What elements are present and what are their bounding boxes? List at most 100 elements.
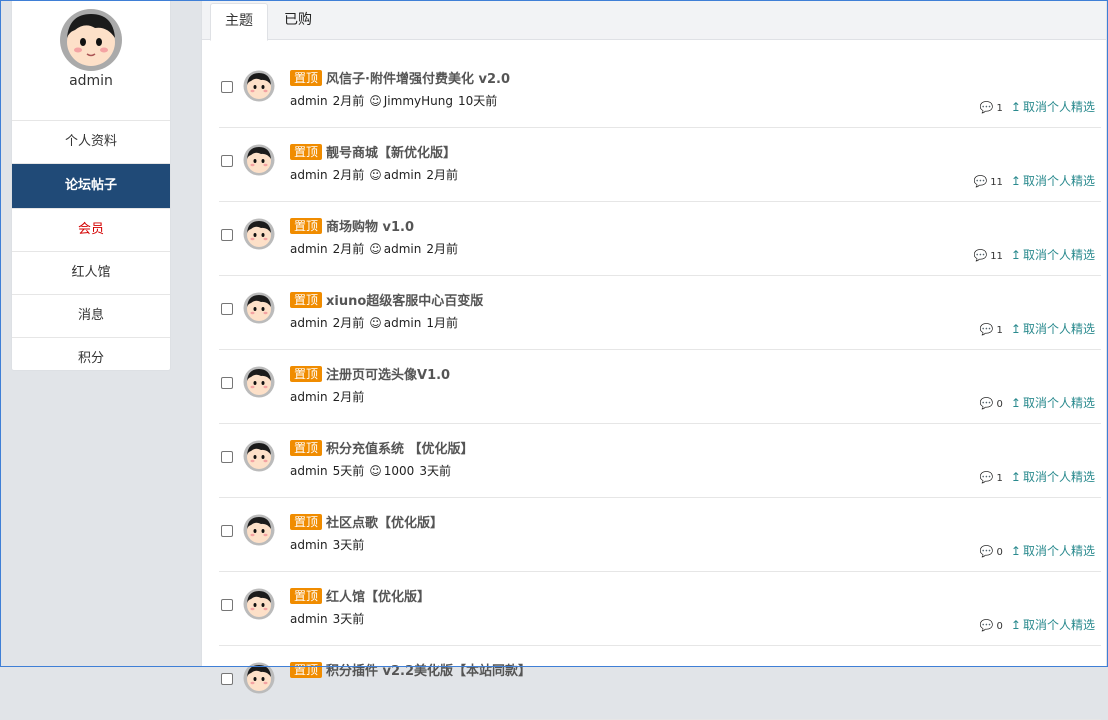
thread-actions: 💬 1 ↥ 取消个人精选 <box>980 320 1095 337</box>
thread-meta: admin 5天前 ☺ 1000 3天前 <box>290 462 456 479</box>
sidebar-item-forum-posts[interactable]: 论坛帖子 <box>12 164 170 209</box>
thread-title-text[interactable]: 社区点歌【优化版】 <box>326 516 443 531</box>
sidebar-item-celebrity-hall[interactable]: 红人馆 <box>12 252 170 295</box>
last-reply-user[interactable]: JimmyHung <box>384 94 453 108</box>
thread-title-text[interactable]: 积分插件 v2.2美化版【本站同款】 <box>326 664 531 679</box>
thread-row: 置顶 积分充值系统 【优化版】 admin 5天前 ☺ 1000 3天前 💬 1 ↥ 取消个人精选 <box>219 424 1101 498</box>
thread-row: 置顶 xiuno超级客服中心百变版 admin 2月前 ☺ admin 1月前 💬 1 ↥ 取消个人… <box>219 276 1101 350</box>
pinned-badge: 置顶 <box>290 514 323 530</box>
select-checkbox[interactable] <box>221 599 233 611</box>
avatar[interactable] <box>243 292 275 324</box>
thread-title-text[interactable]: 风信子·附件增强付费美化 v2.0 <box>326 72 510 87</box>
thread-row: 置顶 注册页可选头像V1.0 admin 2月前 💬 0 ↥ 取消个人精选 <box>219 350 1101 424</box>
unfeature-button[interactable]: ↥ 取消个人精选 <box>1011 248 1095 262</box>
last-reply-icon: ☺ <box>369 168 382 182</box>
select-checkbox[interactable] <box>221 81 233 93</box>
username[interactable]: admin <box>12 73 170 89</box>
thread-title-text[interactable]: xiuno超级客服中心百变版 <box>326 294 483 309</box>
sidebar-item-messages[interactable]: 消息 <box>12 295 170 338</box>
thread-list: 置顶 风信子·附件增强付费美化 v2.0 admin 2月前 ☺ JimmyHung 10天… <box>219 40 1101 720</box>
thread-meta: admin 3天前 <box>290 610 369 627</box>
avatar[interactable] <box>243 514 275 546</box>
thread-title[interactable]: 置顶 风信子·附件增强付费美化 v2.0 <box>290 68 510 87</box>
thread-title[interactable]: 置顶 社区点歌【优化版】 <box>290 512 443 531</box>
unfeature-button[interactable]: ↥ 取消个人精选 <box>1011 544 1095 558</box>
pinned-badge: 置顶 <box>290 366 323 382</box>
post-time: 2月前 <box>332 242 365 256</box>
pinned-badge: 置顶 <box>290 588 323 604</box>
tab-bar: 主题 已购 <box>202 0 1106 41</box>
comment-icon: 💬 <box>979 101 994 114</box>
unfeature-button[interactable]: ↥ 取消个人精选 <box>1011 618 1095 632</box>
thread-title[interactable]: 置顶 靓号商城【新优化版】 <box>290 142 456 161</box>
post-time: 2月前 <box>332 94 365 108</box>
thread-title[interactable]: 置顶 积分充值系统 【优化版】 <box>290 438 474 457</box>
select-checkbox[interactable] <box>221 229 233 241</box>
select-checkbox[interactable] <box>221 673 233 685</box>
comment-count: 💬 0 <box>979 619 1003 632</box>
unfeature-button[interactable]: ↥ 取消个人精选 <box>1011 396 1095 410</box>
author[interactable]: admin <box>290 168 328 182</box>
arrow-icon: ↥ <box>1010 322 1021 336</box>
last-reply-user[interactable]: admin <box>384 316 422 330</box>
arrow-icon: ↥ <box>1010 618 1021 632</box>
unfeature-button[interactable]: ↥ 取消个人精选 <box>1011 470 1095 484</box>
tab-purchased[interactable]: 已购 <box>284 3 312 39</box>
thread-title[interactable]: 置顶 商场购物 v1.0 <box>290 216 414 235</box>
thread-title-text[interactable]: 红人馆【优化版】 <box>326 590 430 605</box>
comment-icon: 💬 <box>979 323 994 336</box>
sidebar-item-profile[interactable]: 个人资料 <box>12 121 170 164</box>
sidebar-item-points[interactable]: 积分 <box>12 338 170 380</box>
last-reply-user[interactable]: admin <box>384 242 422 256</box>
arrow-icon: ↥ <box>1010 248 1021 262</box>
select-checkbox[interactable] <box>221 451 233 463</box>
avatar[interactable] <box>243 70 275 102</box>
select-checkbox[interactable] <box>221 377 233 389</box>
comment-count: 💬 11 <box>973 175 1003 188</box>
thread-title-text[interactable]: 靓号商城【新优化版】 <box>326 146 456 161</box>
thread-row: 置顶 风信子·附件增强付费美化 v2.0 admin 2月前 ☺ JimmyHung 10天… <box>219 40 1101 128</box>
author[interactable]: admin <box>290 538 328 552</box>
select-checkbox[interactable] <box>221 525 233 537</box>
author[interactable]: admin <box>290 94 328 108</box>
last-reply-user[interactable]: admin <box>384 168 422 182</box>
last-reply-time: 2月前 <box>426 242 459 256</box>
author[interactable]: admin <box>290 316 328 330</box>
last-reply-user[interactable]: 1000 <box>384 464 415 478</box>
author[interactable]: admin <box>290 612 328 626</box>
avatar[interactable] <box>59 8 123 72</box>
thread-title-text[interactable]: 商场购物 v1.0 <box>326 220 414 235</box>
arrow-icon: ↥ <box>1010 470 1021 484</box>
thread-title[interactable]: 置顶 xiuno超级客服中心百变版 <box>290 290 483 309</box>
unfeature-button[interactable]: ↥ 取消个人精选 <box>1011 100 1095 114</box>
tab-topics[interactable]: 主题 <box>210 3 268 41</box>
thread-row: 置顶 红人馆【优化版】 admin 3天前 💬 0 ↥ 取消个人精选 <box>219 572 1101 646</box>
avatar[interactable] <box>243 366 275 398</box>
sidebar-item-membership[interactable]: 会员 <box>12 209 170 252</box>
thread-title[interactable]: 置顶 积分插件 v2.2美化版【本站同款】 <box>290 660 531 679</box>
thread-actions: 💬 11 ↥ 取消个人精选 <box>973 246 1095 263</box>
thread-title[interactable]: 置顶 注册页可选头像V1.0 <box>290 364 450 383</box>
post-time: 3天前 <box>332 538 365 552</box>
thread-row: 置顶 靓号商城【新优化版】 admin 2月前 ☺ admin 2月前 💬 11 ↥ 取消个人精选 <box>219 128 1101 202</box>
avatar[interactable] <box>243 588 275 620</box>
select-checkbox[interactable] <box>221 303 233 315</box>
avatar[interactable] <box>243 144 275 176</box>
thread-actions: 💬 1 ↥ 取消个人精选 <box>980 468 1095 485</box>
comment-count: 💬 0 <box>979 397 1003 410</box>
thread-title[interactable]: 置顶 红人馆【优化版】 <box>290 586 430 605</box>
author[interactable]: admin <box>290 242 328 256</box>
author[interactable]: admin <box>290 390 328 404</box>
unfeature-button[interactable]: ↥ 取消个人精选 <box>1011 322 1095 336</box>
select-checkbox[interactable] <box>221 155 233 167</box>
pinned-badge: 置顶 <box>290 70 323 86</box>
comment-count: 💬 11 <box>973 249 1003 262</box>
author[interactable]: admin <box>290 464 328 478</box>
thread-title-text[interactable]: 积分充值系统 【优化版】 <box>326 442 474 457</box>
avatar[interactable] <box>243 440 275 472</box>
unfeature-button[interactable]: ↥ 取消个人精选 <box>1011 174 1095 188</box>
thread-title-text[interactable]: 注册页可选头像V1.0 <box>326 368 450 383</box>
avatar[interactable] <box>243 218 275 250</box>
pinned-badge: 置顶 <box>290 218 323 234</box>
comment-icon: 💬 <box>973 249 988 262</box>
